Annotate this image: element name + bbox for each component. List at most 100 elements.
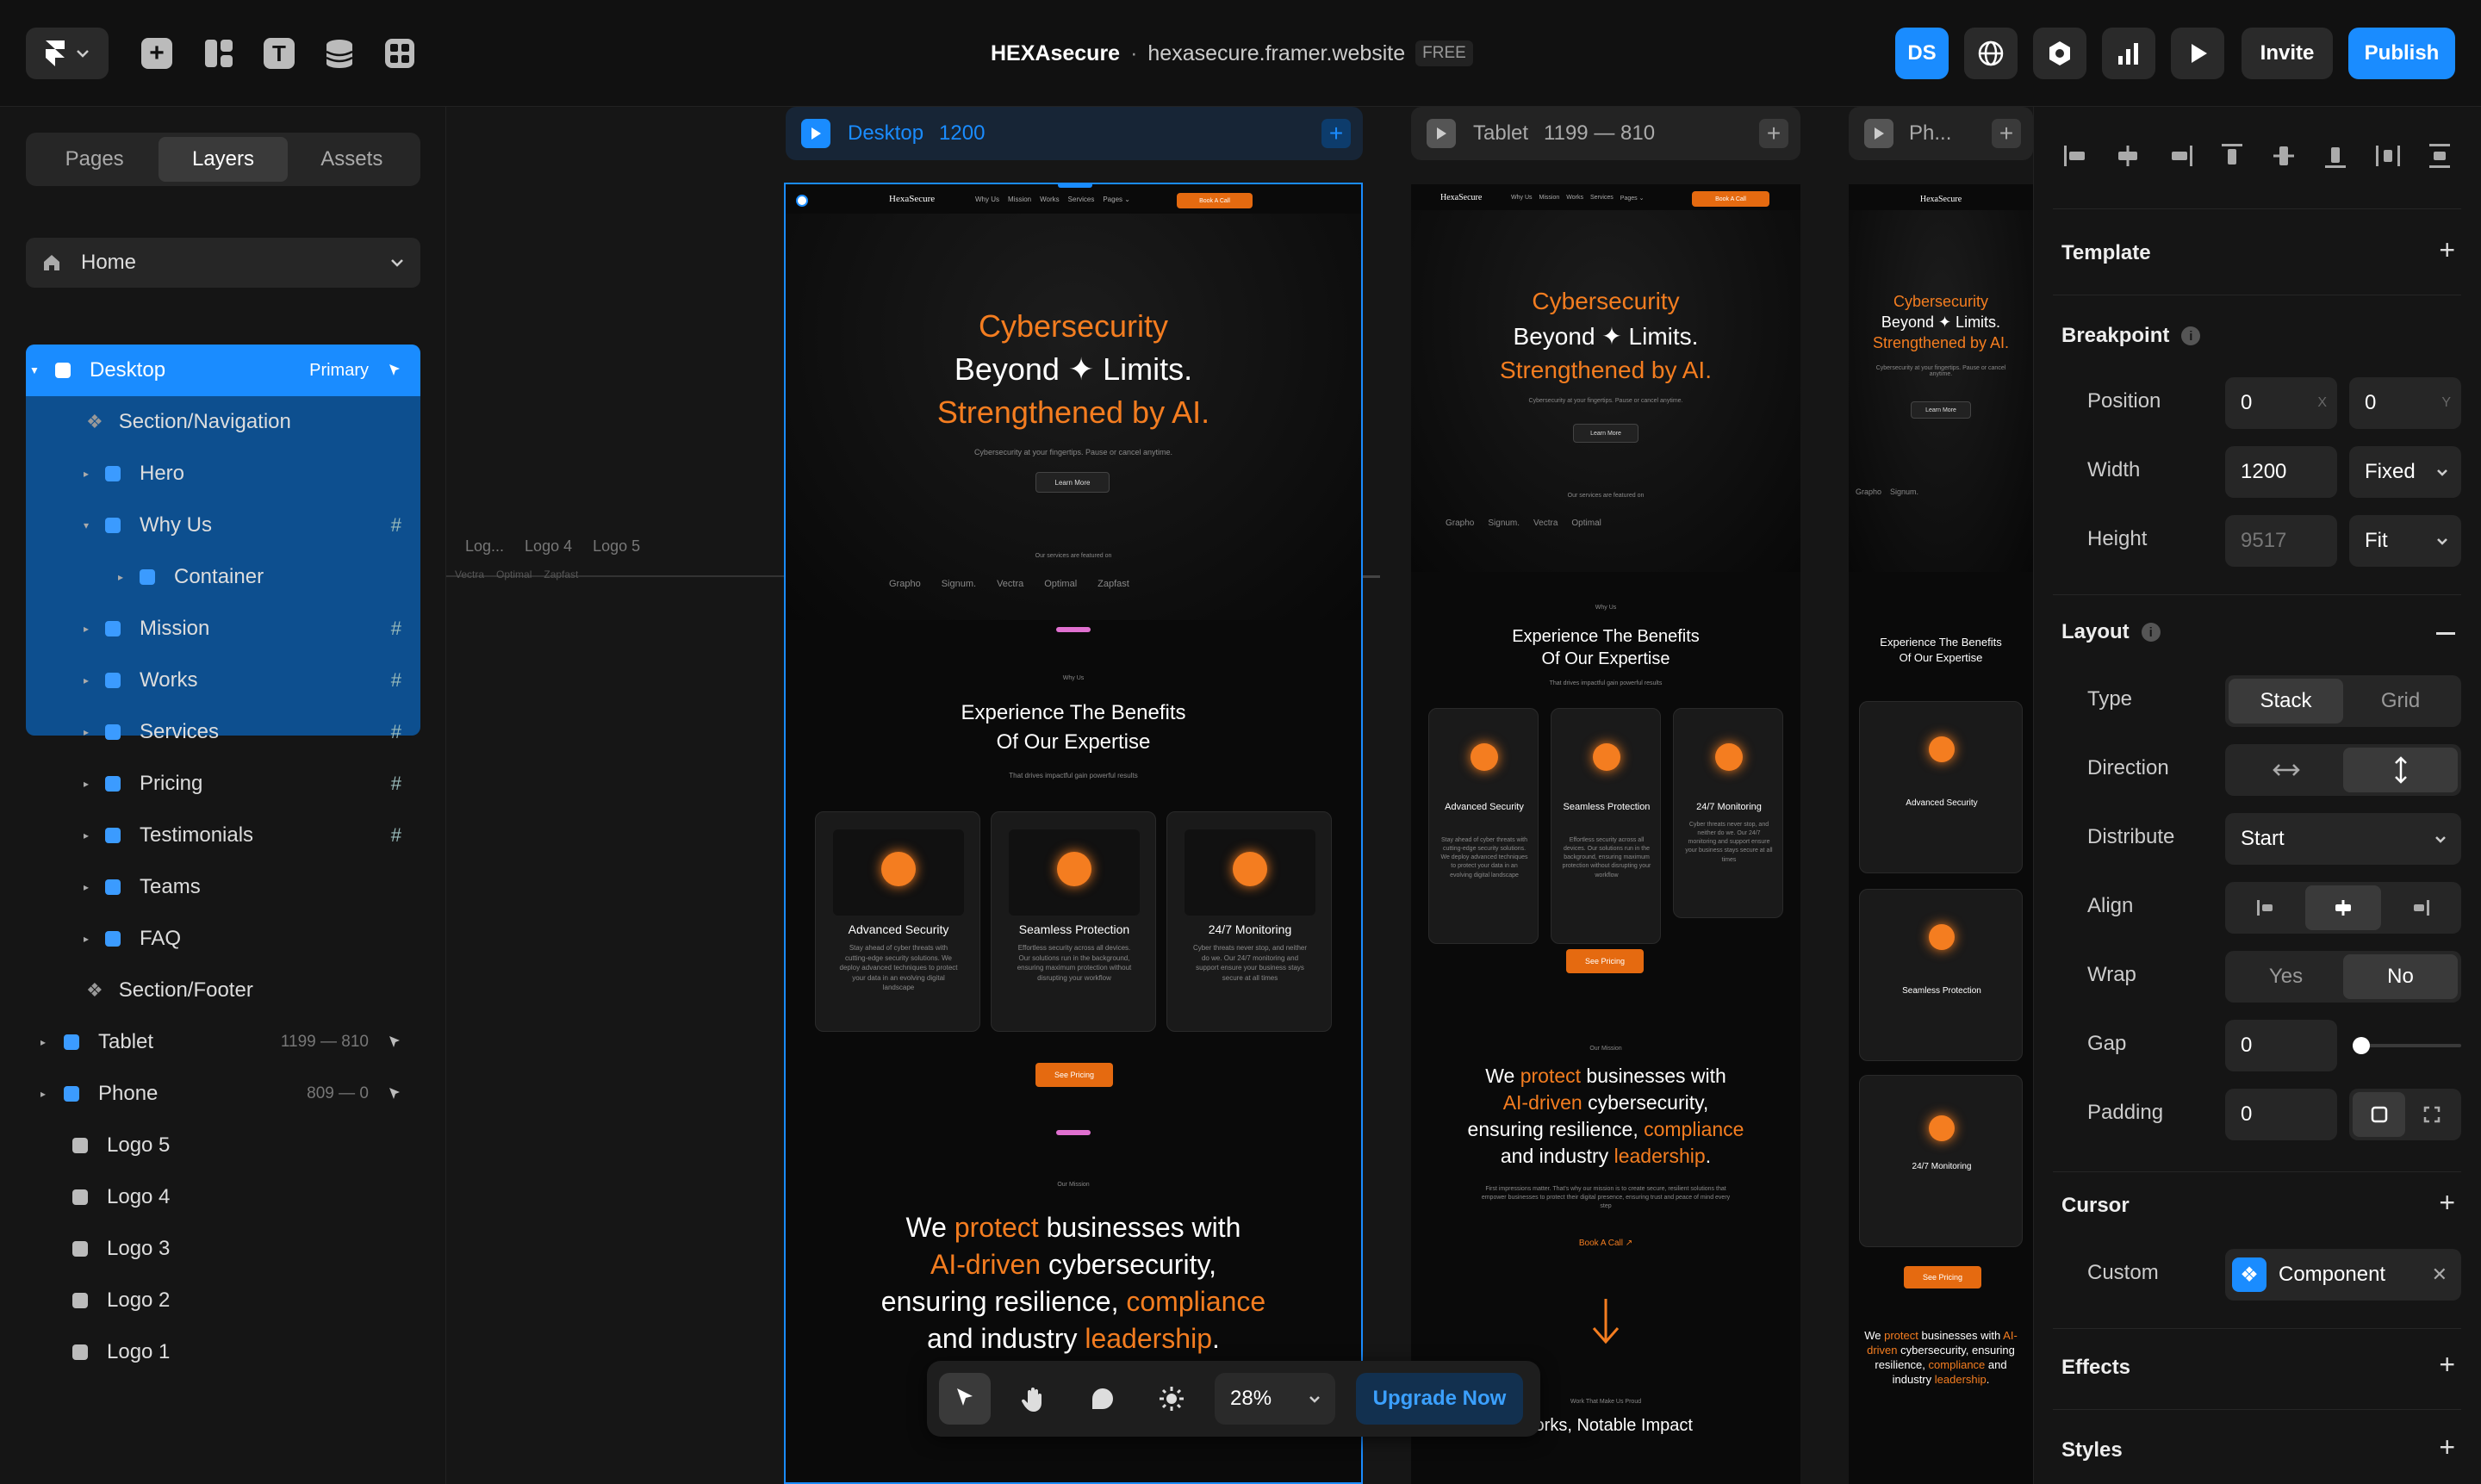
add-style-icon[interactable]: + xyxy=(2439,1431,2455,1463)
layer-logo-2[interactable]: Logo 2 xyxy=(26,1275,420,1326)
avatar[interactable]: DS xyxy=(1895,28,1949,79)
benefit-card[interactable]: Advanced Security Stay ahead of cyber th… xyxy=(1428,708,1539,944)
align-bottom-icon[interactable] xyxy=(2321,141,2350,171)
tablet-frame[interactable]: HexaSecure Why Us Mission Works Services… xyxy=(1411,184,1800,1484)
phone-frame-header[interactable]: Ph... + xyxy=(1849,107,2033,160)
benefit-card[interactable]: 24/7 Monitoring Cyber threats never stop… xyxy=(1166,811,1332,1032)
expand-arrow-icon[interactable]: ▸ xyxy=(34,1036,52,1048)
hero-cta-button[interactable]: Learn More xyxy=(1035,472,1110,493)
align-right-icon[interactable] xyxy=(2166,141,2195,171)
settings-icon[interactable] xyxy=(2033,28,2086,79)
framer-menu-button[interactable] xyxy=(26,28,109,79)
layer-teams[interactable]: ▸ Teams xyxy=(26,861,420,913)
collapse-layout-icon[interactable] xyxy=(2436,632,2455,635)
align-start-icon[interactable] xyxy=(2229,885,2305,930)
expand-arrow-icon[interactable]: ▸ xyxy=(78,829,95,841)
insert-icon[interactable]: + xyxy=(141,38,172,69)
nav-cta-button[interactable]: Book A Call xyxy=(1692,191,1769,207)
height-mode-select[interactable]: Fit xyxy=(2349,515,2461,567)
layer-hero[interactable]: ▸ Hero xyxy=(26,448,420,500)
layer-container[interactable]: ▸ Container xyxy=(26,551,420,603)
direction-vertical-icon[interactable] xyxy=(2343,748,2458,792)
publish-button[interactable]: Publish xyxy=(2348,28,2455,79)
layer-section-navigation[interactable]: ❖ Section/Navigation xyxy=(26,396,420,448)
nav-link[interactable]: Why Us xyxy=(975,196,999,203)
nav-link[interactable]: Why Us xyxy=(1511,195,1533,202)
site-brand[interactable]: HexaSecure xyxy=(889,194,935,204)
nav-link[interactable]: Pages ⌄ xyxy=(1620,195,1645,202)
nav-link[interactable]: Works xyxy=(1040,196,1060,203)
tab-assets[interactable]: Assets xyxy=(288,137,416,182)
theme-toggle-icon[interactable] xyxy=(1146,1373,1197,1425)
align-center-v-icon[interactable] xyxy=(2269,141,2298,171)
hand-tool-icon[interactable] xyxy=(1008,1373,1060,1425)
cursor-component-field[interactable]: ❖ Component ✕ xyxy=(2225,1249,2461,1301)
upgrade-now-button[interactable]: Upgrade Now xyxy=(1356,1373,1523,1425)
expand-arrow-icon[interactable]: ▸ xyxy=(78,778,95,790)
position-y-input[interactable]: 0 Y xyxy=(2349,377,2461,429)
distribute-select[interactable]: Start xyxy=(2225,813,2461,865)
play-icon[interactable] xyxy=(1864,119,1893,148)
layer-faq[interactable]: ▸ FAQ xyxy=(26,913,420,965)
layer-works[interactable]: ▸ Works # xyxy=(26,655,420,706)
layer-pricing[interactable]: ▸ Pricing # xyxy=(26,758,420,810)
benefit-card[interactable]: Seamless Protection Effortless security … xyxy=(1551,708,1661,944)
remove-icon[interactable]: ✕ xyxy=(2432,1264,2447,1286)
expand-arrow-icon[interactable]: ▾ xyxy=(78,519,95,531)
wrap-yes-option[interactable]: Yes xyxy=(2229,954,2343,999)
side-logo-label[interactable]: Logo 5 xyxy=(593,537,640,556)
tablet-frame-header[interactable]: Tablet 1199 — 810 + xyxy=(1411,107,1800,160)
see-pricing-button[interactable]: See Pricing xyxy=(1566,949,1644,973)
add-effect-icon[interactable]: + xyxy=(2439,1349,2455,1381)
type-grid-option[interactable]: Grid xyxy=(2343,679,2458,723)
slider-thumb[interactable] xyxy=(2353,1037,2370,1054)
cms-icon[interactable] xyxy=(324,38,355,69)
layer-section-footer[interactable]: ❖ Section/Footer xyxy=(26,965,420,1016)
analytics-icon[interactable] xyxy=(2102,28,2155,79)
width-input[interactable]: 1200 xyxy=(2225,446,2337,498)
nav-link[interactable]: Works xyxy=(1566,195,1583,202)
wrap-no-option[interactable]: No xyxy=(2343,954,2458,999)
benefit-card[interactable]: Advanced Security Stay ahead of cyber th… xyxy=(815,811,980,1032)
align-center-icon[interactable] xyxy=(2304,885,2382,930)
see-pricing-button[interactable]: See Pricing xyxy=(1035,1063,1113,1087)
expand-arrow-icon[interactable]: ▸ xyxy=(78,933,95,945)
nav-cta-button[interactable]: Book A Call xyxy=(1177,193,1253,208)
comment-tool-icon[interactable] xyxy=(1077,1373,1129,1425)
globe-icon[interactable] xyxy=(1964,28,2018,79)
gap-slider[interactable] xyxy=(2353,1037,2461,1054)
benefit-card[interactable]: Advanced Security xyxy=(1859,701,2023,873)
nav-link[interactable]: Services xyxy=(1590,195,1614,202)
info-icon[interactable]: i xyxy=(2141,623,2161,642)
components-icon[interactable] xyxy=(384,38,415,69)
expand-arrow-icon[interactable]: ▸ xyxy=(78,881,95,893)
zoom-select[interactable]: 28% xyxy=(1215,1373,1335,1425)
phone-frame[interactable]: HexaSecure Cybersecurity Beyond ✦ Limits… xyxy=(1849,184,2033,1484)
site-brand[interactable]: HexaSecure xyxy=(1849,195,2033,204)
see-pricing-button[interactable]: See Pricing xyxy=(1904,1266,1981,1288)
align-left-icon[interactable] xyxy=(2061,141,2091,171)
nav-link[interactable]: Pages ⌄ xyxy=(1103,196,1130,203)
layer-logo-4[interactable]: Logo 4 xyxy=(26,1171,420,1223)
hero-cta-button[interactable]: Learn More xyxy=(1573,424,1638,443)
expand-arrow-icon[interactable]: ▸ xyxy=(78,726,95,738)
add-breakpoint-icon[interactable]: + xyxy=(1759,119,1788,148)
gap-input[interactable]: 0 xyxy=(2225,1020,2337,1071)
tab-pages[interactable]: Pages xyxy=(30,137,159,182)
distribute-vertical-icon[interactable] xyxy=(2425,141,2454,171)
expand-arrow-icon[interactable]: ▸ xyxy=(78,468,95,480)
select-tool-icon[interactable] xyxy=(939,1373,991,1425)
play-icon[interactable] xyxy=(801,119,830,148)
tab-layers[interactable]: Layers xyxy=(159,137,288,182)
align-center-h-icon[interactable] xyxy=(2113,141,2142,171)
layer-logo-5[interactable]: Logo 5 xyxy=(26,1120,420,1171)
side-logo-label[interactable]: Logo 4 xyxy=(525,537,572,556)
add-cursor-icon[interactable]: + xyxy=(2439,1187,2455,1219)
padding-individual-icon[interactable] xyxy=(2405,1092,2458,1137)
layer-logo-3[interactable]: Logo 3 xyxy=(26,1223,420,1275)
site-brand[interactable]: HexaSecure xyxy=(1440,193,1482,202)
expand-arrow-icon[interactable]: ▸ xyxy=(78,623,95,635)
type-stack-option[interactable]: Stack xyxy=(2229,679,2343,723)
side-logo-label[interactable]: Log... xyxy=(465,537,504,556)
add-breakpoint-icon[interactable]: + xyxy=(1321,119,1351,148)
